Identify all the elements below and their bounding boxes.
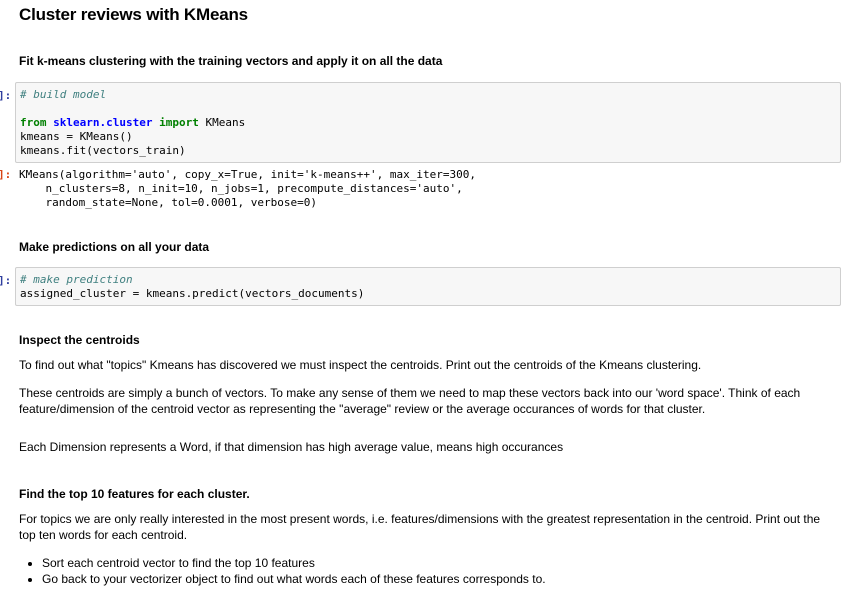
output-line: KMeans(algorithm='auto', copy_x=True, in… — [19, 168, 476, 181]
code-line: assigned_cluster = kmeans.predict(vector… — [20, 287, 365, 300]
list-item: Go back to your vectorizer object to fin… — [42, 571, 840, 587]
paragraph-topics: For topics we are only really interested… — [19, 512, 821, 542]
section-fit-heading: Fit k-means clustering with the training… — [19, 54, 443, 68]
notebook-title: Cluster reviews with KMeans — [19, 5, 248, 24]
code-line: kmeans.fit(vectors_train) — [20, 144, 186, 157]
code-keyword-from: from — [20, 116, 47, 129]
code-cell-prediction[interactable]: # make prediction assigned_cluster = kme… — [15, 267, 841, 306]
paragraph-dimension: Each Dimension represents a Word, if tha… — [19, 440, 564, 454]
code-module: sklearn.cluster — [53, 116, 153, 129]
output-prompt-1: ]: — [0, 168, 12, 181]
code-cell-build-model[interactable]: # build model from sklearn.cluster impor… — [15, 82, 841, 163]
paragraph-inspect: To find out what "topics" Kmeans has dis… — [19, 358, 702, 372]
output-line: random_state=None, tol=0.0001, verbose=0… — [19, 196, 318, 209]
code-comment: # make prediction — [20, 273, 133, 286]
input-prompt-1: ]: — [0, 89, 12, 102]
section-top10-heading: Find the top 10 features for each cluste… — [19, 487, 250, 501]
section-inspect-heading: Inspect the centroids — [19, 333, 140, 347]
list-item: Sort each centroid vector to find the to… — [42, 555, 840, 571]
input-prompt-2: ]: — [0, 274, 12, 287]
code-import-name: KMeans — [198, 116, 246, 129]
code-line: kmeans = KMeans() — [20, 130, 133, 143]
output-line: n_clusters=8, n_init=10, n_jobs=1, preco… — [19, 182, 463, 195]
section-predict-heading: Make predictions on all your data — [19, 240, 210, 254]
paragraph-centroids: These centroids are simply a bunch of ve… — [19, 386, 801, 416]
code-keyword-import: import — [159, 116, 199, 129]
bullet-list: Sort each centroid vector to find the to… — [20, 555, 840, 587]
cell-output-kmeans: KMeans(algorithm='auto', copy_x=True, in… — [19, 168, 476, 210]
code-comment: # build model — [20, 88, 107, 101]
